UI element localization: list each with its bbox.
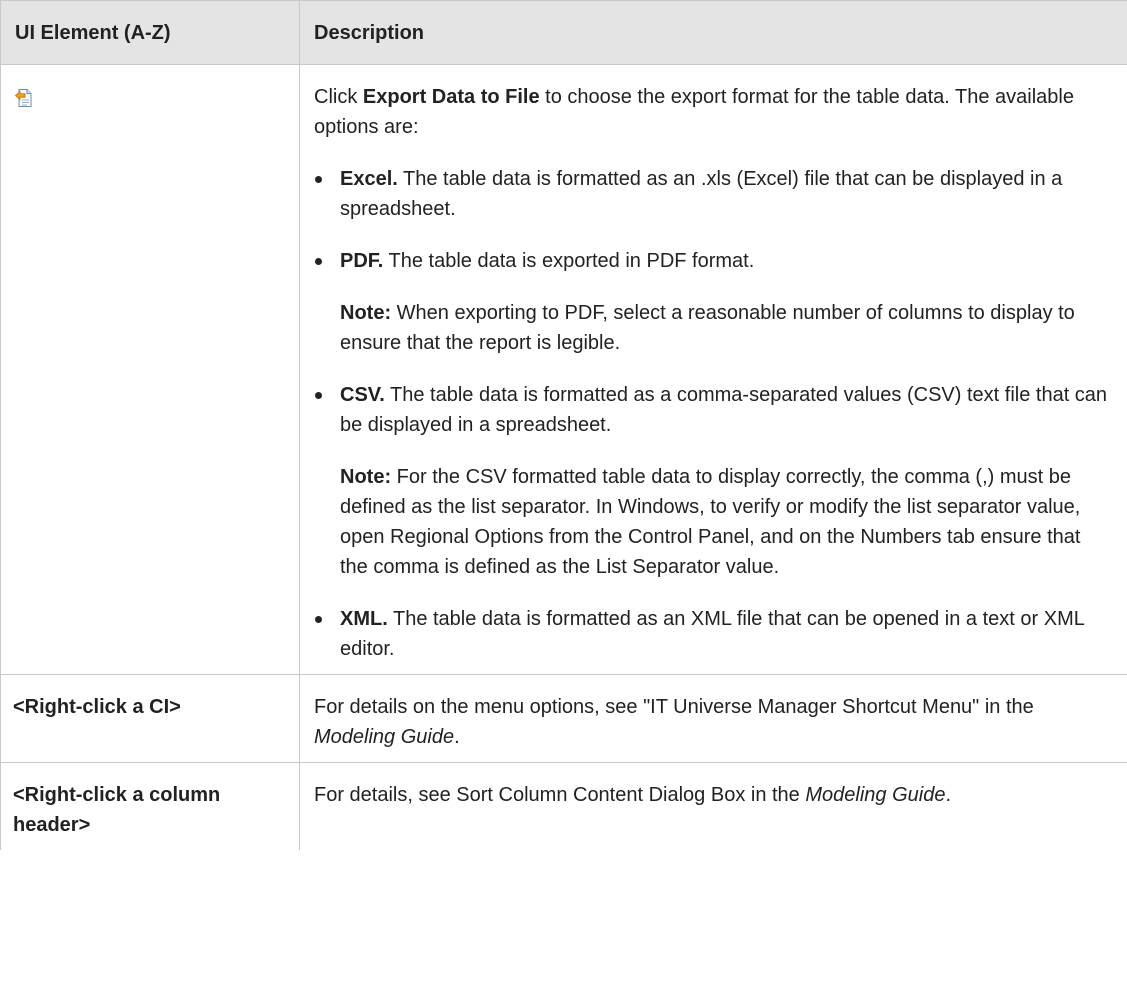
description-cell: Click Export Data to File to choose the … [299,64,1127,675]
option-name: XML. [340,608,388,630]
option-name: CSV. [340,384,385,406]
list-item-xml: XML. The table data is formatted as an X… [314,604,1113,664]
bullet-icon [315,616,322,623]
list-item-csv: CSV. The table data is formatted as a co… [314,380,1113,582]
option-name: PDF. [340,250,384,272]
csv-note: Note: For the CSV formatted table data t… [340,466,1081,578]
description-cell: For details on the menu options, see "IT… [299,674,1127,763]
ui-element-reference-table: UI Element (A-Z) Description Click Expor… [0,0,1127,850]
ui-element-cell [0,64,300,675]
description-cell: For details, see Sort Column Content Dia… [299,762,1127,850]
guide-reference: Modeling Guide [314,726,455,748]
pdf-note: Note: When exporting to PDF, select a re… [340,302,1075,354]
export-data-to-file-icon [14,87,34,107]
table-row-right-click-header: <Right-click a column header> For detail… [0,762,1127,850]
column-header-description: Description [299,0,1127,65]
table-row-right-click-ci: <Right-click a CI> For details on the me… [0,674,1127,763]
bullet-icon [315,258,322,265]
bullet-icon [315,176,322,183]
export-options-list: Excel. The table data is formatted as an… [314,164,1113,664]
option-name: Excel. [340,168,398,190]
ui-element-cell: <Right-click a CI> [0,674,300,763]
option-text: The table data is formatted as an .xls (… [340,168,1063,220]
option-text: The table data is exported in PDF format… [383,250,755,272]
table-header-row: UI Element (A-Z) Description [0,0,1127,65]
bullet-icon [315,392,322,399]
guide-reference: Modeling Guide [805,784,946,806]
ui-element-cell: <Right-click a column header> [0,762,300,850]
export-intro: Click Export Data to File to choose the … [314,86,1074,138]
column-header-ui-element: UI Element (A-Z) [0,0,300,65]
list-item-excel: Excel. The table data is formatted as an… [314,164,1113,224]
option-text: The table data is formatted as an XML fi… [340,608,1085,660]
option-text: The table data is formatted as a comma-s… [340,384,1108,436]
table-row-export: Click Export Data to File to choose the … [0,64,1127,675]
export-data-to-file-label: Export Data to File [362,86,540,108]
list-item-pdf: PDF. The table data is exported in PDF f… [314,246,1113,358]
